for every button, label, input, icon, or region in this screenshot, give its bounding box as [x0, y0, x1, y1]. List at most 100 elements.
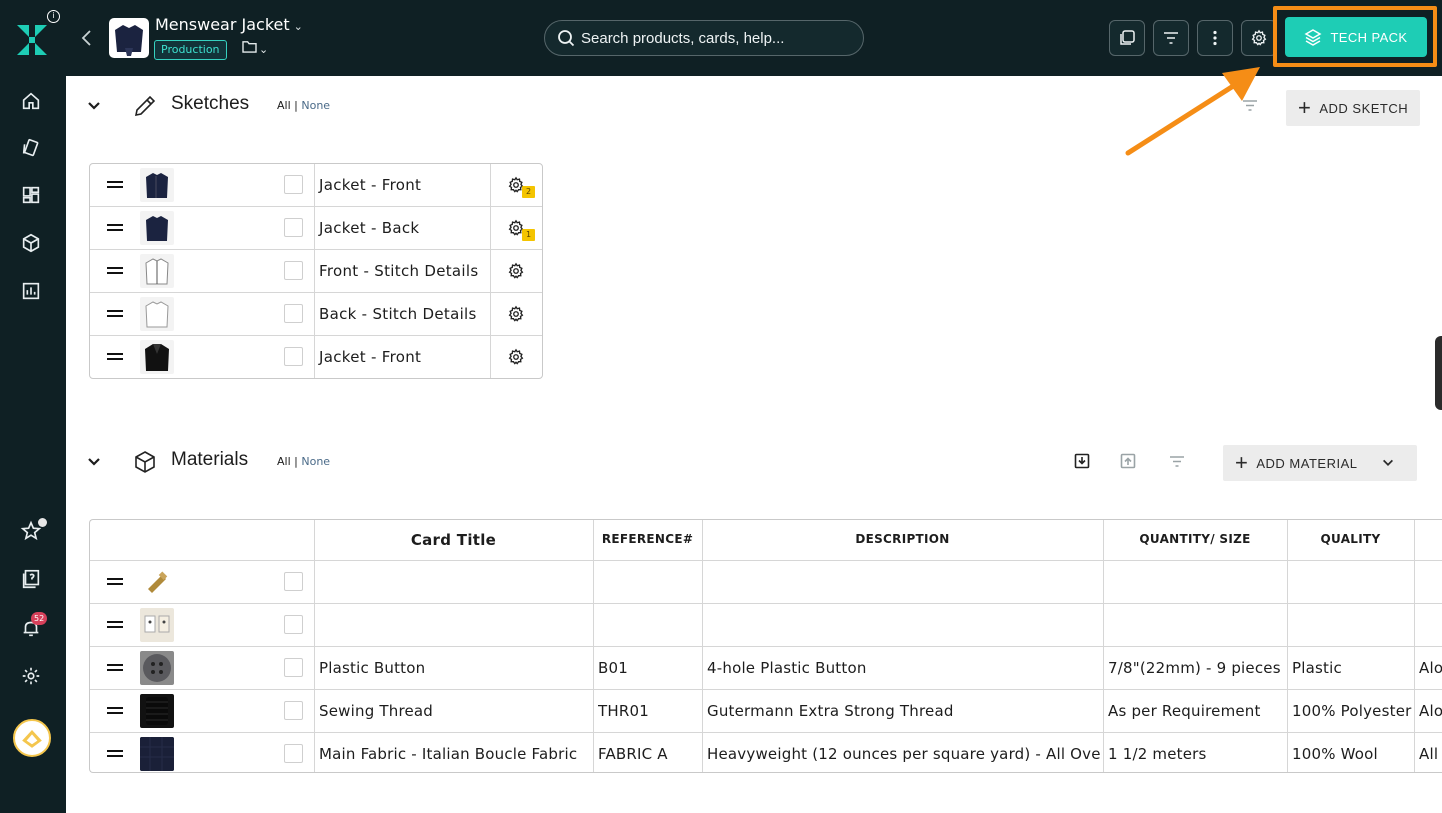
table-row[interactable]: Plastic Button B01 4-hole Plastic Button… [90, 647, 1442, 690]
row-checkbox[interactable] [284, 658, 303, 677]
extra-cell[interactable]: Alo [1419, 702, 1442, 720]
column-header[interactable]: QUALITY [1287, 532, 1414, 546]
search-input[interactable] [581, 21, 856, 55]
material-thumbnail[interactable] [140, 608, 174, 642]
column-header[interactable]: Card Title [314, 531, 593, 549]
reports-chart-icon[interactable] [20, 280, 44, 304]
drag-handle-icon[interactable] [107, 707, 123, 714]
sketch-row[interactable]: Jacket - Back 1 [90, 207, 542, 250]
column-header[interactable]: QUANTITY/ SIZE [1103, 532, 1287, 546]
card-title-cell[interactable]: Main Fabric - Italian Boucle Fabric [319, 745, 589, 763]
notes-count-badge[interactable]: 2 [522, 186, 535, 198]
gear-icon[interactable] [507, 305, 525, 323]
extra-cell[interactable]: All [1419, 745, 1442, 763]
row-checkbox[interactable] [284, 218, 303, 237]
product-title[interactable]: Menswear Jacket ⌄ [155, 15, 303, 34]
sketch-thumbnail[interactable] [140, 168, 174, 202]
sort-icon[interactable] [1168, 452, 1186, 470]
drag-handle-icon[interactable] [107, 181, 123, 188]
material-thumbnail[interactable] [140, 737, 174, 771]
select-all-link[interactable]: All [277, 99, 291, 112]
notes-count-badge[interactable]: 1 [522, 229, 535, 241]
sketch-row[interactable]: Jacket - Front [90, 336, 542, 378]
sketch-row[interactable]: Jacket - Front 2 [90, 164, 542, 207]
home-icon[interactable] [20, 90, 44, 114]
description-cell[interactable]: Gutermann Extra Strong Thread [707, 702, 1102, 720]
column-header[interactable]: REFERENCE# [593, 532, 702, 546]
material-thumbnail[interactable] [140, 694, 174, 728]
add-sketch-button[interactable]: + ADD SKETCH [1286, 90, 1421, 126]
user-avatar[interactable] [13, 719, 51, 757]
folder-menu[interactable]: ⌄ [242, 40, 268, 56]
search-bar[interactable] [544, 20, 864, 56]
quality-cell[interactable]: Plastic [1292, 659, 1413, 677]
settings-button[interactable] [1241, 20, 1277, 56]
dashboard-icon[interactable] [20, 184, 44, 208]
side-panel-tab[interactable] [1435, 336, 1442, 410]
sketch-row[interactable]: Back - Stitch Details [90, 293, 542, 336]
table-row[interactable] [90, 604, 1442, 647]
cards-icon[interactable] [20, 137, 44, 161]
collapse-chevron-icon[interactable] [86, 454, 102, 470]
copy-button[interactable] [1109, 20, 1145, 56]
row-checkbox[interactable] [284, 615, 303, 634]
row-checkbox[interactable] [284, 175, 303, 194]
table-row[interactable]: Main Fabric - Italian Boucle Fabric FABR… [90, 733, 1442, 772]
select-none-link[interactable]: None [301, 99, 330, 112]
filter-button[interactable] [1153, 20, 1189, 56]
quantity-cell[interactable]: 1 1/2 meters [1108, 745, 1286, 763]
description-cell[interactable]: 4-hole Plastic Button [707, 659, 1102, 677]
sketch-thumbnail[interactable] [140, 297, 174, 331]
sketch-thumbnail[interactable] [140, 211, 174, 245]
settings-gear-icon[interactable] [20, 665, 44, 689]
table-row[interactable] [90, 561, 1442, 604]
drag-handle-icon[interactable] [107, 664, 123, 671]
sketch-name[interactable]: Back - Stitch Details [319, 305, 477, 323]
material-thumbnail[interactable] [140, 651, 174, 685]
upload-icon[interactable] [1119, 452, 1137, 470]
sketch-row[interactable]: Front - Stitch Details [90, 250, 542, 293]
reference-cell[interactable]: B01 [598, 659, 698, 677]
status-badge[interactable]: Production [154, 40, 227, 60]
row-checkbox[interactable] [284, 572, 303, 591]
materials-cube-icon[interactable] [20, 232, 44, 256]
card-title-cell[interactable]: Plastic Button [319, 659, 589, 677]
row-checkbox[interactable] [284, 261, 303, 280]
sketch-name[interactable]: Front - Stitch Details [319, 262, 478, 280]
quantity-cell[interactable]: As per Requirement [1108, 702, 1286, 720]
drag-handle-icon[interactable] [107, 224, 123, 231]
drag-handle-icon[interactable] [107, 310, 123, 317]
reference-cell[interactable]: THR01 [598, 702, 698, 720]
app-logo-icon[interactable] [14, 22, 50, 58]
add-material-button[interactable]: + ADD MATERIAL [1223, 445, 1417, 481]
extra-cell[interactable]: Alo [1419, 659, 1442, 677]
info-icon[interactable]: i [47, 10, 60, 23]
help-book-icon[interactable] [20, 568, 44, 592]
product-thumbnail[interactable] [109, 18, 149, 58]
column-header[interactable]: DESCRIPTION [702, 532, 1103, 546]
reference-cell[interactable]: FABRIC A [598, 745, 698, 763]
drag-handle-icon[interactable] [107, 353, 123, 360]
select-none-link[interactable]: None [301, 455, 330, 468]
row-checkbox[interactable] [284, 701, 303, 720]
gear-icon[interactable] [507, 262, 525, 280]
quality-cell[interactable]: 100% Wool [1292, 745, 1413, 763]
tech-pack-button[interactable]: TECH PACK [1285, 17, 1427, 57]
sort-icon[interactable] [1241, 96, 1259, 114]
quantity-cell[interactable]: 7/8"(22mm) - 9 pieces [1108, 659, 1286, 677]
drag-handle-icon[interactable] [107, 750, 123, 757]
row-checkbox[interactable] [284, 304, 303, 323]
row-checkbox[interactable] [284, 347, 303, 366]
row-checkbox[interactable] [284, 744, 303, 763]
drag-handle-icon[interactable] [107, 267, 123, 274]
select-all-link[interactable]: All [277, 455, 291, 468]
more-options-button[interactable] [1197, 20, 1233, 56]
gear-icon[interactable] [507, 348, 525, 366]
collapse-chevron-icon[interactable] [86, 98, 102, 114]
sketch-name[interactable]: Jacket - Front [319, 176, 421, 194]
table-row[interactable]: Sewing Thread THR01 Gutermann Extra Stro… [90, 690, 1442, 733]
sketch-name[interactable]: Jacket - Back [319, 219, 419, 237]
sketch-thumbnail[interactable] [140, 254, 174, 288]
drag-handle-icon[interactable] [107, 578, 123, 585]
sketch-thumbnail[interactable] [140, 340, 174, 374]
